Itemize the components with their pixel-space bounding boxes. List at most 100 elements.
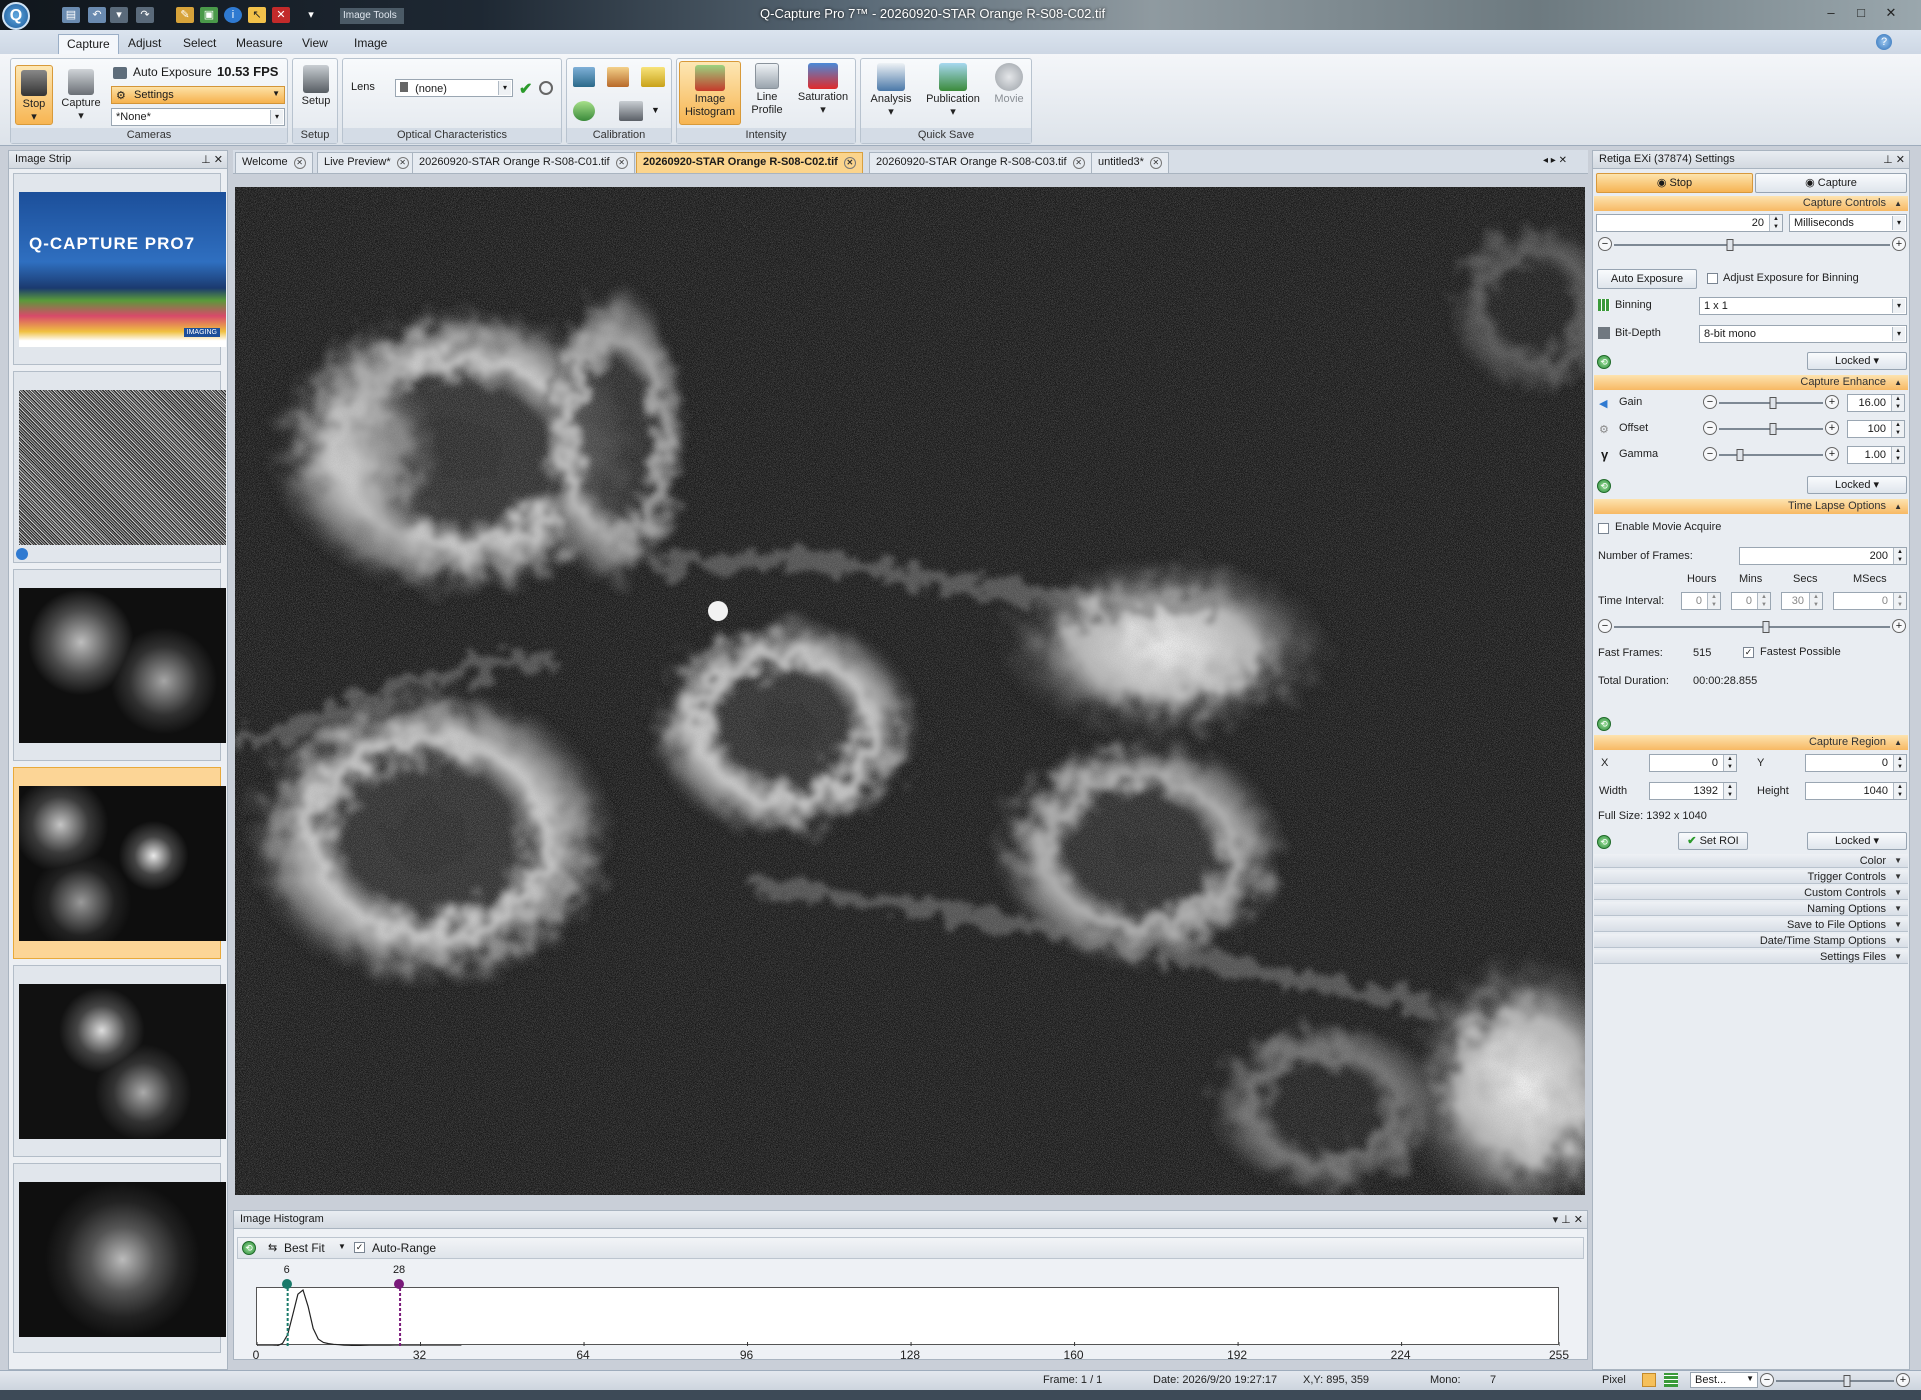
save-icon[interactable]: ▤ xyxy=(62,7,80,23)
spinner-icon[interactable]: ▲ ▼ xyxy=(1893,548,1906,564)
best-fit-button[interactable]: Best Fit xyxy=(284,1241,325,1255)
zoom-slider[interactable]: − + xyxy=(1760,1373,1910,1389)
exposure-slider[interactable]: − + xyxy=(1598,237,1906,253)
spinner-icon[interactable]: ▲ ▼ xyxy=(1757,593,1770,609)
enable-movie-checkbox[interactable] xyxy=(1598,523,1609,534)
spinner-icon[interactable]: ▲ ▼ xyxy=(1707,593,1720,609)
panel-pin-close-icons[interactable]: ⊥ ✕ xyxy=(201,153,223,166)
preset-select[interactable]: *None* ▾ xyxy=(111,108,285,126)
minus-icon[interactable]: − xyxy=(1598,237,1612,251)
interval-slider[interactable]: − + xyxy=(1598,619,1906,635)
capture-enhance-locked-button[interactable]: Locked ▾ xyxy=(1807,476,1907,494)
set-roi-button[interactable]: ✔ Set ROI xyxy=(1678,832,1748,850)
close-icon[interactable]: ✕ xyxy=(1072,157,1085,169)
y-input[interactable]: 0 ▲ ▼ xyxy=(1805,754,1907,772)
movie-button[interactable]: Movie xyxy=(989,63,1029,106)
capture-region-locked-button[interactable]: Locked ▾ xyxy=(1807,832,1907,850)
thumbnail-c01[interactable] xyxy=(13,569,226,761)
gamma-input[interactable]: 1.00 ▲ ▼ xyxy=(1847,446,1905,464)
width-input[interactable]: 1392 ▲ ▼ xyxy=(1649,782,1737,800)
minus-icon[interactable]: − xyxy=(1703,447,1717,461)
image-viewer[interactable] xyxy=(235,187,1585,1195)
gain-input[interactable]: 16.00 ▲ ▼ xyxy=(1847,394,1905,412)
panel-pin-close-icons[interactable]: ⊥ ✕ xyxy=(1883,153,1905,166)
naming-options-section[interactable]: Naming Options xyxy=(1594,902,1908,916)
plus-icon[interactable]: + xyxy=(1825,447,1839,461)
date-time-stamp-section[interactable]: Date/Time Stamp Options xyxy=(1594,934,1908,948)
lens-select[interactable]: (none) ▾ xyxy=(395,79,513,97)
stop-tab-button[interactable]: ◉ Stop xyxy=(1596,173,1753,193)
capture-region-header[interactable]: Capture Region xyxy=(1594,735,1908,750)
time-lapse-header[interactable]: Time Lapse Options xyxy=(1594,499,1908,514)
custom-controls-section[interactable]: Custom Controls xyxy=(1594,886,1908,900)
analysis-button[interactable]: Analysis ▾ xyxy=(865,63,917,119)
settings-files-section[interactable]: Settings Files xyxy=(1594,950,1908,964)
minus-icon[interactable]: − xyxy=(1598,619,1612,633)
exposure-unit-select[interactable]: Milliseconds ▾ xyxy=(1789,214,1907,232)
close-icon[interactable]: ✕ xyxy=(293,157,306,169)
binning-select[interactable]: 1 x 1 ▾ xyxy=(1699,297,1907,315)
doc-tab-c03[interactable]: 20260920-STAR Orange R-S08-C03.tif ✕ xyxy=(869,152,1092,173)
capture-button[interactable]: Capture ▾ xyxy=(59,69,103,123)
spinner-icon[interactable]: ▲ ▼ xyxy=(1893,593,1906,609)
spinner-icon[interactable]: ▲ ▼ xyxy=(1891,421,1904,437)
brush-icon[interactable]: ✎ xyxy=(176,7,194,23)
line-profile-button[interactable]: Line Profile xyxy=(747,63,787,117)
calibrate-icon[interactable] xyxy=(573,67,595,87)
image-histogram-button[interactable]: Image Histogram xyxy=(679,61,741,125)
refresh-icon[interactable]: ⟲ xyxy=(1597,717,1611,731)
auto-exposure-panel-button[interactable]: Auto Exposure xyxy=(1597,269,1697,289)
help-icon[interactable]: ? xyxy=(1876,34,1892,50)
thumbnail-c02[interactable] xyxy=(13,767,226,959)
high-marker-handle[interactable] xyxy=(394,1279,405,1289)
tab-adjust[interactable]: Adjust xyxy=(120,34,169,54)
plus-icon[interactable]: + xyxy=(1896,1373,1910,1387)
redo-icon[interactable]: ↷ xyxy=(136,7,154,23)
exposure-input[interactable]: 20 ▲ ▼ xyxy=(1596,214,1783,232)
ruler-icon[interactable] xyxy=(641,67,665,87)
refresh-icon[interactable]: ⟲ xyxy=(1597,479,1611,493)
trigger-controls-section[interactable]: Trigger Controls xyxy=(1594,870,1908,884)
doc-tab-live-preview[interactable]: Live Preview* ✕ xyxy=(317,152,416,173)
frames-input[interactable]: 200 ▲ ▼ xyxy=(1739,547,1907,565)
close-icon[interactable]: ✕ xyxy=(843,157,856,169)
auto-exposure-button[interactable]: Auto Exposure xyxy=(133,65,212,79)
adjust-binning-checkbox[interactable] xyxy=(1707,273,1718,284)
plus-icon[interactable]: + xyxy=(1892,237,1906,251)
plus-icon[interactable]: + xyxy=(1892,619,1906,633)
plus-icon[interactable]: + xyxy=(1825,421,1839,435)
close-button[interactable]: ✕ xyxy=(1878,4,1904,22)
minus-icon[interactable]: − xyxy=(1760,1373,1774,1387)
close-icon[interactable]: ✕ xyxy=(1149,157,1162,169)
thumbnail-splash[interactable]: Q-CAPTURE PRO7 IMAGING xyxy=(13,173,226,365)
apply-check-icon[interactable]: ✔ xyxy=(519,79,532,99)
tab-image[interactable]: Image xyxy=(346,34,395,54)
customize-icon[interactable]: ▾ xyxy=(302,7,320,23)
bit-depth-select[interactable]: 8-bit mono ▾ xyxy=(1699,325,1907,343)
minus-icon[interactable]: − xyxy=(1703,421,1717,435)
thumbnail-untitled3[interactable] xyxy=(13,1163,226,1353)
zoom-select[interactable]: Best... ▼ xyxy=(1690,1372,1758,1388)
tab-scroll-arrows-icon[interactable]: ◂ ▸ ✕ xyxy=(1543,155,1567,166)
capture-controls-header[interactable]: Capture Controls xyxy=(1594,196,1908,211)
setup-button[interactable]: Setup xyxy=(297,65,335,108)
maximize-button[interactable]: □ xyxy=(1848,4,1874,22)
app-logo-icon[interactable]: Q xyxy=(2,2,30,30)
chevron-down-icon[interactable]: ▼ xyxy=(651,105,660,115)
tab-measure[interactable]: Measure xyxy=(228,34,291,54)
flat-field-icon[interactable] xyxy=(607,67,629,87)
chevron-down-icon[interactable]: ▼ xyxy=(338,1242,346,1251)
mins-input[interactable]: 0 ▲ ▼ xyxy=(1731,592,1771,610)
secs-input[interactable]: 30 ▲ ▼ xyxy=(1781,592,1823,610)
capture-tab-button[interactable]: ◉ Capture xyxy=(1755,173,1907,193)
settings-dropdown[interactable]: ⚙ Settings ▼ xyxy=(111,86,285,104)
close-icon[interactable]: ✕ xyxy=(615,157,628,169)
undo-icon[interactable]: ↶ xyxy=(88,7,106,23)
minimize-button[interactable]: – xyxy=(1818,4,1844,22)
gamma-slider[interactable]: − + xyxy=(1703,447,1839,463)
camera-calibration-icon[interactable] xyxy=(619,101,643,121)
image-tools-context-tab[interactable]: Image Tools xyxy=(340,8,404,24)
x-input[interactable]: 0 ▲ ▼ xyxy=(1649,754,1737,772)
spinner-icon[interactable]: ▲ ▼ xyxy=(1809,593,1822,609)
gain-slider[interactable]: − + xyxy=(1703,395,1839,411)
